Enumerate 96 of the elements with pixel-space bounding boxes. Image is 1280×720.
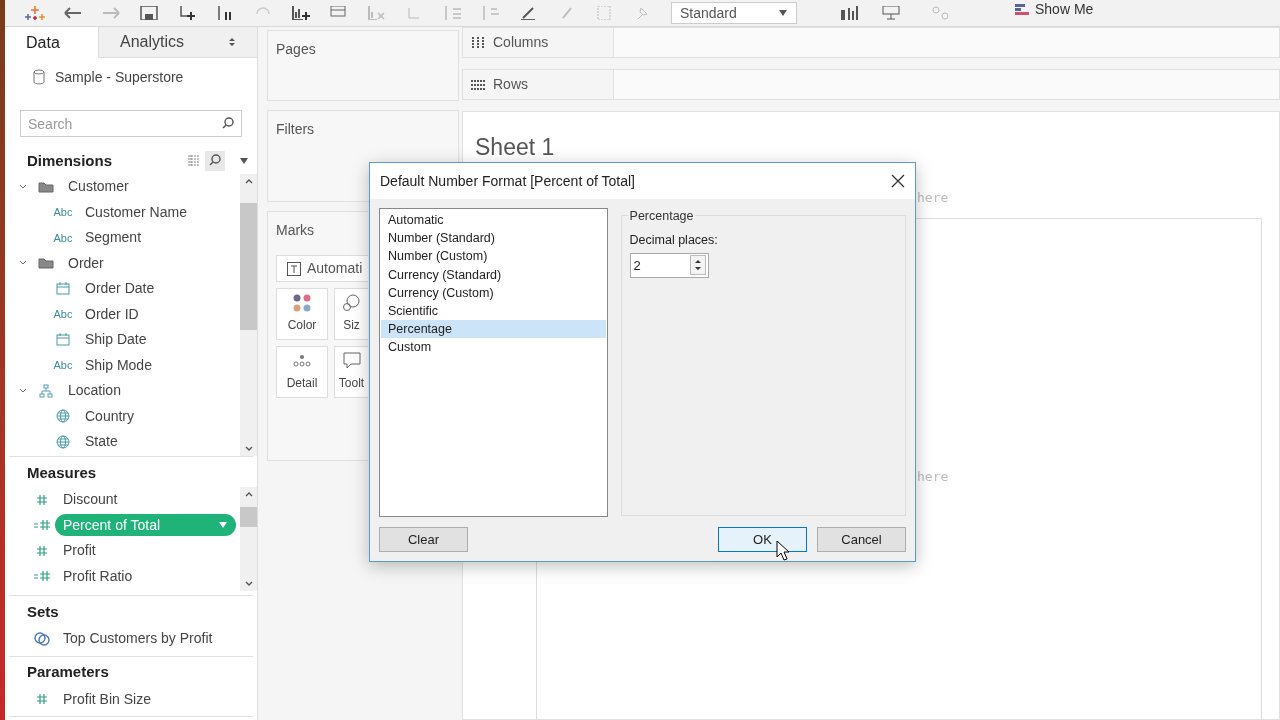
marks-card-button[interactable]: Color	[276, 288, 328, 340]
calendar-icon	[56, 333, 70, 347]
field-label[interactable]: Profit	[63, 540, 96, 562]
section-title: Sets	[27, 601, 59, 622]
field-label[interactable]: Order Date	[85, 278, 155, 300]
list-item[interactable]: Currency (Standard)	[381, 265, 606, 284]
calculated-hash-icon	[33, 519, 51, 532]
search-icon[interactable]	[222, 117, 234, 129]
dialog-button[interactable]: Clear	[379, 527, 468, 552]
card-title: Filters	[276, 120, 315, 139]
logo-icon	[25, 6, 45, 20]
field-label: Decimal places:	[629, 232, 719, 249]
presentation-icon[interactable]	[881, 6, 901, 20]
calculated-hash-icon	[33, 570, 51, 583]
list-item[interactable]: Number (Standard)	[381, 229, 606, 248]
add-chart-icon[interactable]	[291, 6, 311, 20]
marks-card-button[interactable]: Siz	[334, 288, 368, 340]
marks-card-button[interactable]: Toolt	[334, 346, 368, 398]
list-item[interactable]: Number (Custom)	[381, 247, 606, 266]
field-label[interactable]: Top Customers by Profit	[63, 628, 213, 650]
shelf-label: Columns	[493, 33, 549, 52]
new-sheet-icon[interactable]	[177, 6, 197, 20]
field-label[interactable]: Ship Mode	[85, 354, 152, 376]
list-item[interactable]: Custom	[381, 338, 606, 357]
search-field[interactable]: Search	[20, 110, 242, 137]
field-label[interactable]: Customer Name	[85, 201, 187, 223]
mouse-cursor-icon	[776, 540, 790, 562]
hash-icon	[36, 493, 48, 506]
hash-icon	[36, 544, 48, 557]
list-item[interactable]: Percentage	[381, 320, 606, 339]
drop-hint: here	[917, 189, 949, 207]
view-size-dropdown[interactable]: Standard	[671, 2, 797, 24]
clear-sheet-icon[interactable]	[329, 6, 349, 20]
shelf-label: Rows	[493, 75, 528, 94]
field-label[interactable]: Discount	[63, 489, 118, 511]
list-item[interactable]: Scientific	[381, 301, 606, 321]
list-item[interactable]: Automatic	[381, 211, 606, 230]
card-title: Pages	[276, 40, 316, 59]
close-icon[interactable]	[891, 174, 905, 188]
color-dots-icon	[292, 294, 312, 312]
format-list[interactable]: Automatic Number (Standard) Number (Custom) Currency (Standard) Currency (Custom) Scientific Percentage Custom	[379, 208, 608, 517]
field-label[interactable]: Order ID	[85, 303, 139, 325]
folder-label[interactable]: Customer	[68, 176, 129, 198]
folder-label[interactable]: Order	[68, 252, 104, 274]
field-label[interactable]: Ship Date	[85, 329, 147, 351]
field-label[interactable]: Profit Ratio	[63, 565, 133, 587]
mark-type-dropdown[interactable]: Automati	[276, 255, 368, 282]
field-label[interactable]: State	[85, 431, 118, 453]
back-arrow-icon[interactable]	[63, 6, 83, 20]
card-title: Marks	[276, 221, 315, 240]
field-label[interactable]: Segment	[85, 227, 142, 249]
marks-card-button[interactable]: Detail	[276, 346, 328, 398]
database-icon	[33, 69, 45, 85]
venn-icon	[33, 631, 51, 646]
globe-icon	[56, 409, 70, 424]
dropdown-caret-icon	[778, 9, 788, 17]
sort-arrows-icon	[228, 37, 236, 47]
drop-hint: here	[917, 468, 949, 486]
hash-icon	[36, 693, 48, 706]
folder-icon	[38, 257, 54, 270]
type-label: Abc	[53, 307, 73, 322]
search-icon[interactable]	[205, 151, 225, 171]
size-bubbles-icon	[341, 294, 362, 312]
data-source-name[interactable]: Sample - Superstore	[55, 66, 184, 88]
rows-icon	[471, 78, 485, 91]
scrollbar-thumb[interactable]	[240, 507, 257, 527]
detail-dots-icon	[292, 352, 312, 370]
dropdown-caret-icon[interactable]	[239, 158, 249, 164]
field-label[interactable]: Country	[85, 405, 135, 427]
type-label: Abc	[53, 230, 73, 246]
chart-bars-icon	[1015, 3, 1029, 16]
type-label: Abc	[53, 205, 73, 220]
dialog-button[interactable]: Cancel	[817, 527, 906, 552]
columns-icon	[471, 36, 485, 49]
globe-icon	[56, 434, 70, 449]
section-title: Measures	[27, 462, 97, 483]
sheet-title[interactable]: Sheet 1	[475, 130, 1279, 165]
spin-arrows-icon	[689, 255, 706, 276]
type-label: Abc	[53, 358, 73, 373]
field-label[interactable]: Profit Bin Size	[63, 688, 151, 710]
section-title: Parameters	[27, 662, 109, 683]
hierarchy-icon	[39, 383, 53, 398]
tab[interactable]: Analytics	[98, 27, 257, 58]
dialog-title: Default Number Format [Percent of Total]	[380, 171, 635, 191]
list-item[interactable]: Currency (Custom)	[381, 283, 606, 302]
decimal-places-spinner[interactable]: 2	[629, 252, 709, 278]
section-title: Dimensions	[27, 150, 113, 171]
dialog-button[interactable]: OK	[718, 527, 807, 552]
save-icon[interactable]	[139, 6, 159, 20]
folder-icon	[38, 180, 54, 193]
calendar-icon	[56, 282, 70, 296]
show-me-button[interactable]: Show Me	[1015, 0, 1094, 20]
tooltip-icon	[341, 352, 362, 370]
scrollbar-thumb[interactable]	[240, 203, 257, 330]
text-mark-icon	[287, 261, 301, 276]
folder-label[interactable]: Location	[68, 380, 121, 402]
